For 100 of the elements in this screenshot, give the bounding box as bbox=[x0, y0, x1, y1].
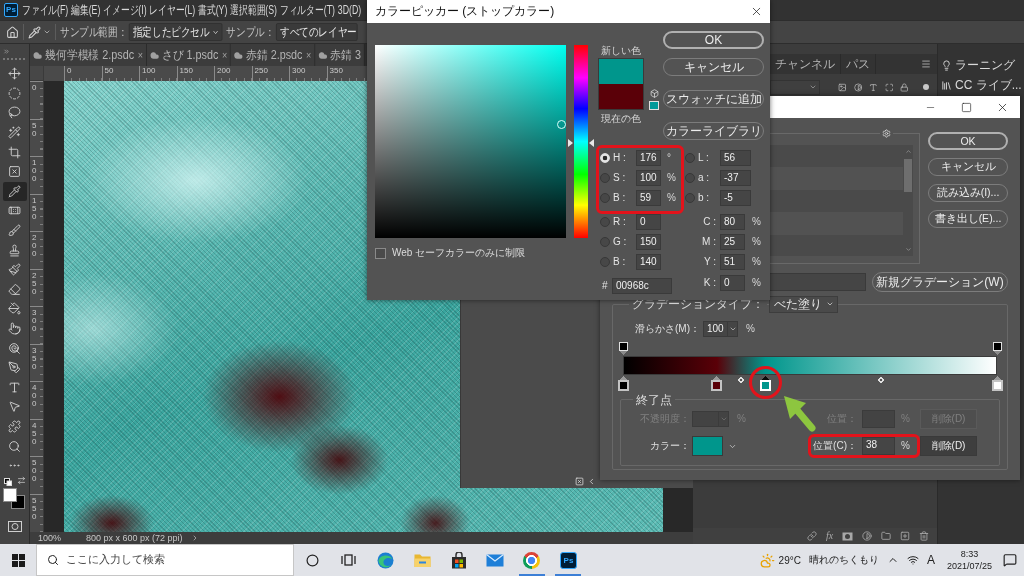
radio-button[interactable] bbox=[600, 257, 610, 267]
value-field[interactable]: -5 bbox=[720, 190, 751, 206]
color-swatch-button[interactable] bbox=[692, 436, 723, 456]
hex-field[interactable]: 00968c bbox=[612, 277, 672, 294]
value-field[interactable]: 176 bbox=[636, 150, 661, 166]
folder-icon[interactable] bbox=[881, 531, 892, 541]
quick-mask-icon[interactable] bbox=[7, 521, 22, 533]
menu-item[interactable]: イメージ(I) bbox=[103, 2, 147, 18]
value-field[interactable]: -37 bbox=[720, 170, 751, 186]
menu-item[interactable]: 編集(E) bbox=[71, 2, 101, 18]
caret-up-icon[interactable] bbox=[904, 148, 912, 155]
document-tab[interactable]: さび 1.psdc × bbox=[146, 44, 231, 66]
double-chevron-icon[interactable] bbox=[3, 48, 10, 55]
color-swatch-icon[interactable] bbox=[649, 101, 659, 110]
radio-button[interactable] bbox=[685, 173, 695, 183]
opacity-stop[interactable] bbox=[619, 342, 628, 355]
search-field[interactable]: ここに入力して検索 bbox=[36, 544, 294, 576]
caret-down-icon[interactable] bbox=[904, 246, 912, 253]
value-field[interactable]: 150 bbox=[636, 234, 661, 250]
document-tab[interactable]: 幾何学模様 2.psdc × bbox=[30, 44, 147, 66]
panel-button[interactable]: CC ライブ... bbox=[941, 78, 1022, 92]
input-mode-indicator[interactable]: A bbox=[922, 544, 939, 576]
plus-square-icon[interactable] bbox=[900, 531, 911, 541]
opacity-field[interactable] bbox=[692, 411, 719, 427]
dialog-button[interactable]: OK bbox=[928, 132, 1008, 150]
chevron-left-icon[interactable] bbox=[587, 477, 596, 486]
effects-button[interactable]: fx bbox=[826, 531, 834, 541]
slider-handle[interactable] bbox=[568, 139, 594, 147]
document-tab[interactable]: 赤錆 2.psdc × bbox=[230, 44, 315, 66]
color-field[interactable] bbox=[375, 45, 566, 238]
home-button[interactable] bbox=[6, 25, 19, 39]
half-circle-icon[interactable] bbox=[862, 531, 873, 541]
value-field[interactable]: 140 bbox=[636, 254, 661, 270]
menu-icon[interactable] bbox=[921, 59, 931, 69]
document-tab[interactable]: 赤錆 3 bbox=[315, 44, 365, 66]
color-stop[interactable] bbox=[992, 376, 1003, 391]
dialog-button[interactable]: スウォッチに追加 bbox=[663, 90, 764, 108]
default-colors-icon[interactable] bbox=[3, 478, 12, 487]
menu-item[interactable]: 書式(Y) bbox=[198, 2, 228, 18]
value-field[interactable]: 0 bbox=[636, 214, 661, 230]
opacity-stop[interactable] bbox=[993, 342, 1002, 355]
panel-button[interactable]: ラーニング bbox=[941, 58, 1015, 72]
sample-size-dropdown[interactable]: 指定したピクセル bbox=[128, 23, 223, 41]
dialog-button[interactable]: OK bbox=[663, 31, 764, 49]
new-gradient-button[interactable]: 新規グラデーション(W) bbox=[872, 272, 1008, 292]
type-icon[interactable] bbox=[869, 81, 878, 93]
menu-item[interactable]: 3D(D) bbox=[337, 2, 362, 18]
swap-colors-icon[interactable] bbox=[16, 476, 26, 486]
foreground-color-swatch[interactable] bbox=[2, 488, 17, 503]
cube-icon[interactable] bbox=[649, 89, 659, 98]
position-field[interactable] bbox=[862, 410, 895, 428]
radio-button[interactable] bbox=[600, 217, 610, 227]
value-field[interactable]: 59 bbox=[636, 190, 661, 206]
delete-button[interactable]: 削除(D) bbox=[920, 436, 977, 456]
color-stop[interactable] bbox=[618, 376, 629, 391]
corners-icon[interactable] bbox=[884, 81, 894, 93]
value-field[interactable]: 56 bbox=[720, 150, 751, 166]
menu-item[interactable]: 選択範囲(S) bbox=[230, 2, 277, 18]
value-field[interactable]: 25 bbox=[720, 234, 745, 250]
dialog-button[interactable]: 読み込み(I)... bbox=[928, 184, 1008, 202]
value-field[interactable]: 0 bbox=[720, 275, 745, 291]
eyedropper-tool-button[interactable] bbox=[2, 181, 27, 202]
lock-icon[interactable] bbox=[900, 81, 909, 93]
clock-date[interactable]: 2021/07/25 bbox=[946, 560, 992, 572]
dialog-button[interactable]: キャンセル bbox=[663, 58, 764, 76]
clock-time[interactable]: 8:33 bbox=[960, 548, 979, 560]
color-stop[interactable] bbox=[760, 376, 771, 391]
value-field[interactable]: 80 bbox=[720, 214, 745, 230]
close-tab-button[interactable]: × bbox=[137, 49, 143, 61]
radio-button[interactable] bbox=[600, 193, 610, 203]
dot-icon[interactable] bbox=[922, 84, 929, 90]
sample-dropdown[interactable]: すべてのレイヤー bbox=[276, 23, 358, 41]
settings-icon[interactable] bbox=[882, 129, 891, 138]
boxed-x-icon[interactable] bbox=[575, 477, 584, 486]
weather-widget[interactable]: 29°C 晴れのちくもり bbox=[755, 544, 883, 576]
tool-preset-button[interactable] bbox=[28, 25, 51, 39]
checkbox[interactable] bbox=[375, 247, 386, 259]
radio-button[interactable] bbox=[685, 153, 695, 163]
midpoint-marker[interactable] bbox=[878, 377, 884, 383]
hue-slider[interactable] bbox=[568, 45, 594, 238]
value-field[interactable]: 100 bbox=[636, 170, 661, 186]
smoothness-field[interactable]: 100 bbox=[703, 321, 728, 337]
close-tab-button[interactable]: × bbox=[221, 49, 228, 61]
gradient-type-dropdown[interactable]: べた塗り bbox=[769, 295, 838, 313]
dialog-button[interactable]: キャンセル bbox=[928, 158, 1008, 176]
dropdown-button[interactable] bbox=[728, 321, 738, 337]
value-field[interactable]: 51 bbox=[720, 254, 745, 270]
midpoint-marker[interactable] bbox=[738, 377, 744, 383]
menu-item[interactable]: レイヤー(L) bbox=[149, 2, 196, 18]
current-color-swatch[interactable] bbox=[599, 84, 643, 109]
grip-handle[interactable] bbox=[3, 58, 25, 60]
link-icon[interactable] bbox=[807, 531, 817, 541]
panel-tab[interactable]: パス bbox=[841, 54, 876, 74]
mask-icon[interactable] bbox=[842, 531, 854, 541]
menu-item[interactable]: ファイル(F) bbox=[22, 2, 69, 18]
half-circle-icon[interactable] bbox=[853, 81, 863, 93]
scrollbar-thumb[interactable] bbox=[904, 159, 912, 192]
menu-item[interactable]: フィルター(T) bbox=[279, 2, 335, 18]
color-stop[interactable] bbox=[711, 376, 722, 391]
position-field[interactable]: 38 bbox=[862, 437, 895, 455]
